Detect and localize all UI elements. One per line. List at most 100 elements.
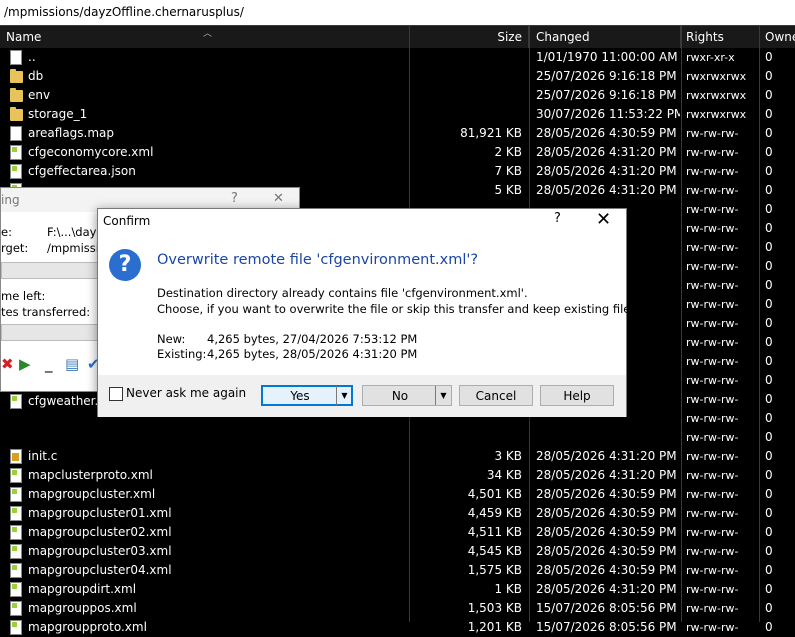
file-name: areaflags.map [28, 126, 115, 140]
file-changed: 28/05/2026 4:31:20 PM [536, 183, 677, 197]
path-bar[interactable]: /mpmissions/dayzOffline.chernarusplus/ [0, 0, 795, 26]
file-owner: 0 [765, 278, 773, 292]
file-name: storage_1 [28, 107, 88, 121]
file-name: mapgroupcluster04.xml [28, 563, 172, 577]
file-rights: rw-rw-rw- [686, 583, 739, 596]
file-owner: 0 [765, 601, 773, 615]
cancel-transfer-icon[interactable]: ✖ [1, 355, 14, 373]
file-owner: 0 [765, 582, 773, 596]
column-changed-label: Changed [536, 30, 590, 44]
file-changed: 28/05/2026 4:31:20 PM [536, 164, 677, 178]
file-row[interactable]: rw-rw-rw- 0 [0, 428, 795, 447]
column-name[interactable]: Name ︿ [0, 26, 410, 48]
file-rights: rw-rw-rw- [686, 621, 739, 634]
file-size: 4,459 KB [467, 506, 522, 520]
question-icon: ? [109, 249, 141, 281]
file-row[interactable]: mapgrouppos.xml 1,503 KB 15/07/2026 8:05:5… [0, 599, 795, 618]
column-rights[interactable]: Rights [681, 26, 760, 48]
parent-dir-icon [10, 50, 22, 65]
file-rights: rw-rw-rw- [686, 469, 739, 482]
column-owner[interactable]: Owne [760, 26, 795, 48]
no-dropdown-icon[interactable]: ▼ [435, 386, 451, 405]
file-row[interactable]: db 25/07/2026 9:16:18 PM rwxrwxrwx 0 [0, 67, 795, 86]
file-row[interactable]: mapgroupcluster01.xml 4,459 KB 28/05/2026 … [0, 504, 795, 523]
dialog-heading: Overwrite remote file 'cfgenvironment.xm… [157, 252, 479, 268]
file-name: mapgroupcluster01.xml [28, 506, 172, 520]
folder-icon [10, 69, 23, 83]
transfer-help-icon[interactable]: ? [231, 191, 238, 206]
file-name: mapgroupcluster02.xml [28, 525, 172, 539]
xml-file-icon [10, 563, 22, 578]
file-rights: rw-rw-rw- [686, 279, 739, 292]
yes-dropdown-icon[interactable]: ▼ [336, 386, 352, 405]
minimize-icon[interactable]: _ [45, 355, 53, 373]
folder-icon [10, 107, 23, 121]
queue-icon[interactable]: ▤ [65, 355, 79, 373]
dialog-close-icon[interactable]: ✕ [596, 209, 611, 230]
xml-file-icon [10, 164, 22, 179]
file-changed: 28/05/2026 4:31:20 PM [536, 582, 677, 596]
file-size: 1,201 KB [467, 620, 522, 634]
file-changed: 1/01/1970 11:00:00 AM [536, 50, 678, 64]
file-name: mapgroupproto.xml [28, 620, 147, 634]
transfer-target-label: rget: [1, 241, 29, 255]
file-row[interactable]: mapgroupproto.xml 1,201 KB 15/07/2026 8:05… [0, 618, 795, 637]
column-rights-label: Rights [686, 30, 724, 44]
file-row[interactable]: mapgroupcluster.xml 4,501 KB 28/05/2026 4:… [0, 485, 795, 504]
file-owner: 0 [765, 126, 773, 140]
partial-file-row[interactable]: cfgweather.xr [10, 392, 110, 411]
no-button[interactable]: No ▼ [362, 385, 452, 406]
file-owner: 0 [765, 563, 773, 577]
file-row[interactable]: mapgroupcluster04.xml 1,575 KB 28/05/2026 … [0, 561, 795, 580]
help-button[interactable]: Help [540, 385, 614, 406]
file-row[interactable]: init.c 3 KB 28/05/2026 4:31:20 PM rw-rw-rw-… [0, 447, 795, 466]
folder-icon [10, 88, 23, 102]
file-size: 4,501 KB [467, 487, 522, 501]
xml-file-icon [10, 145, 22, 160]
file-rights: rw-rw-rw- [686, 602, 739, 615]
file-rights: rwxrwxrwx [686, 70, 747, 83]
file-rights: rw-rw-rw- [686, 317, 739, 330]
file-owner: 0 [765, 354, 773, 368]
file-rights: rw-rw-rw- [686, 450, 739, 463]
file-row[interactable]: mapgroupcluster02.xml 4,511 KB 28/05/2026 … [0, 523, 795, 542]
file-row[interactable]: cfgeffectarea.json 7 KB 28/05/2026 4:31:20… [0, 162, 795, 181]
file-owner: 0 [765, 506, 773, 520]
file-row[interactable]: env 25/07/2026 9:16:18 PM rwxrwxrwx 0 [0, 86, 795, 105]
file-name: cfgeconomycore.xml [28, 145, 154, 159]
dialog-help-icon[interactable]: ? [554, 211, 561, 226]
file-rights: rw-rw-rw- [686, 545, 739, 558]
sort-ascending-icon: ︿ [203, 29, 213, 39]
column-changed[interactable]: Changed [529, 26, 681, 48]
xml-file-icon [10, 506, 22, 521]
file-name: mapclusterproto.xml [28, 468, 153, 482]
never-ask-checkbox[interactable] [109, 387, 123, 401]
file-rights: rw-rw-rw- [686, 203, 739, 216]
never-ask-label[interactable]: Never ask me again [126, 386, 246, 400]
new-file-label: New: [157, 332, 186, 346]
file-owner: 0 [765, 50, 773, 64]
yes-button[interactable]: Yes ▼ [261, 385, 353, 406]
file-row[interactable]: cfgeconomycore.xml 2 KB 28/05/2026 4:31:20… [0, 143, 795, 162]
file-row[interactable]: areaflags.map 81,921 KB 28/05/2026 4:30:59… [0, 124, 795, 143]
file-owner: 0 [765, 620, 773, 634]
file-row[interactable]: mapgroupdirt.xml 1 KB 28/05/2026 4:31:20 P… [0, 580, 795, 599]
file-size: 1 KB [494, 582, 522, 596]
cancel-button[interactable]: Cancel [459, 385, 533, 406]
file-rights: rw-rw-rw- [686, 260, 739, 273]
transfer-close-icon[interactable]: ✕ [273, 191, 284, 206]
minimize-to-tray-icon[interactable]: ▶ [19, 355, 31, 373]
file-rights: rw-rw-rw- [686, 431, 739, 444]
total-progress-bar [1, 324, 103, 341]
file-rights: rw-rw-rw- [686, 298, 739, 311]
file-size [410, 428, 522, 447]
file-rights: rw-rw-rw- [686, 127, 739, 140]
current-path: /mpmissions/dayzOffline.chernarusplus/ [4, 5, 244, 19]
c-file-icon [10, 449, 22, 464]
file-owner: 0 [765, 430, 773, 444]
file-row[interactable]: .. 1/01/1970 11:00:00 AM rwxr-xr-x 0 [0, 48, 795, 67]
file-row[interactable]: mapclusterproto.xml 34 KB 28/05/2026 4:31:… [0, 466, 795, 485]
file-row[interactable]: storage_1 30/07/2026 11:53:22 PM rwxrwxrwx… [0, 105, 795, 124]
file-row[interactable]: mapgroupcluster03.xml 4,545 KB 28/05/2026 … [0, 542, 795, 561]
column-size[interactable]: Size [410, 26, 529, 48]
